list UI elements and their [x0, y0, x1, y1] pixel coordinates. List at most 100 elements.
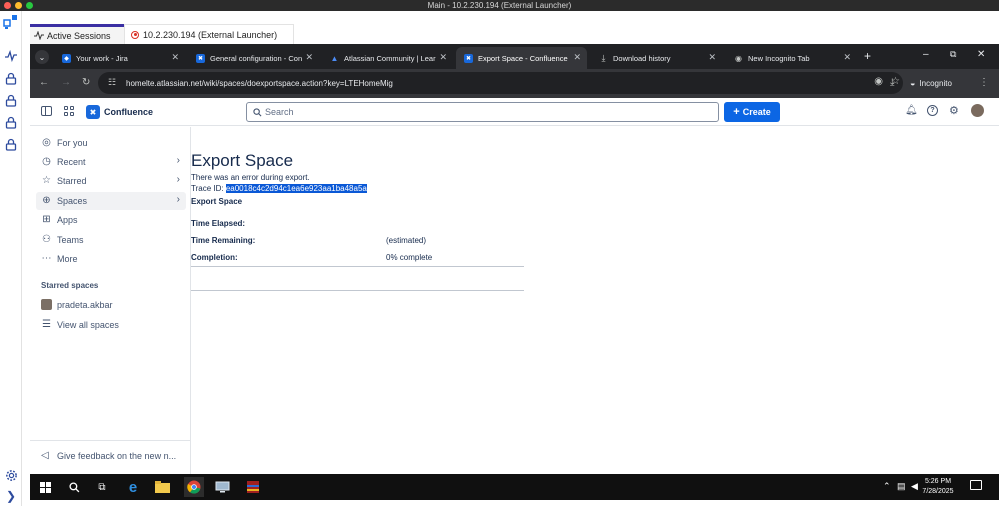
expand-chevron-icon[interactable]: ❯ — [3, 488, 19, 504]
confluence-favicon-icon: ✖ — [464, 53, 473, 63]
brand-label: Confluence — [104, 107, 154, 117]
back-arrow-icon[interactable]: ← — [39, 77, 49, 89]
reload-icon[interactable]: ↻ — [82, 77, 90, 89]
lock-icon[interactable] — [3, 136, 19, 152]
main-content: Export Space There was an error during e… — [191, 127, 999, 474]
incognito-badge[interactable]: ◒ Incognito — [910, 72, 970, 94]
help-icon[interactable]: ? — [927, 105, 938, 116]
sidebar-item-spaces[interactable]: ⊕ Spaces › — [36, 192, 186, 210]
chevron-right-icon[interactable]: › — [177, 194, 180, 205]
close-tab-icon[interactable]: ✕ — [573, 52, 581, 63]
sidebar-item-apps[interactable]: ⊞ Apps — [36, 211, 186, 229]
sidebar-item-starred[interactable]: ☆ Starred › — [36, 172, 186, 190]
search-icon[interactable] — [66, 479, 82, 495]
window-title: Main - 10.2.230.194 (External Launcher) — [427, 1, 572, 10]
confluence-home-link[interactable]: ✖ Confluence — [86, 104, 153, 120]
sidebar-divider — [30, 440, 191, 441]
notifications-icon[interactable] — [970, 480, 982, 490]
restore-browser-button[interactable]: ⧉ — [950, 49, 956, 60]
chevron-right-icon[interactable]: › — [177, 174, 180, 185]
user-circle-icon: ◎ — [42, 137, 51, 148]
sidebar-item-teams[interactable]: ⚇ Teams — [36, 231, 186, 249]
sidebar-item-for-you[interactable]: ◎ For you — [36, 134, 186, 152]
close-tab-icon[interactable]: ✕ — [305, 52, 313, 63]
close-tab-icon[interactable]: ✕ — [439, 52, 447, 63]
error-message: There was an error during export. — [191, 173, 310, 182]
sidebar-toggle-icon[interactable] — [41, 106, 52, 116]
network-icon[interactable]: ▤ — [897, 481, 906, 492]
activity-icon[interactable] — [3, 48, 19, 64]
page-title: Export Space — [191, 151, 294, 170]
browser-tab-general-configuration[interactable]: ✖ General configuration - Con ✕ — [188, 47, 319, 69]
site-settings-icon[interactable]: ☷ — [108, 77, 116, 88]
browser-tab-atlassian-community[interactable]: ▲ Atlassian Community | Learn ✕ — [322, 47, 453, 69]
browser-tab-export-space[interactable]: ✖ Export Space - Confluence ✕ — [456, 47, 587, 69]
chevron-right-icon[interactable]: › — [177, 155, 180, 166]
chrome-browser-icon[interactable] — [184, 477, 204, 497]
divider — [191, 290, 524, 291]
give-feedback-button[interactable]: ◁ Give feedback on the new n... — [36, 447, 186, 465]
incognito-favicon-icon: ◉ — [735, 53, 742, 63]
sidebar-item-more[interactable]: ⋯ More — [36, 250, 186, 268]
archive-app-icon[interactable] — [245, 479, 261, 495]
downloads-icon[interactable]: ⤓ — [890, 77, 894, 89]
starred-space-pradeta-akbar[interactable]: pradeta.akbar — [36, 296, 186, 314]
close-browser-button[interactable]: ✕ — [977, 49, 985, 60]
download-icon: ⤓ — [601, 52, 606, 63]
minimize-browser-button[interactable]: – — [923, 49, 929, 60]
browser-tab-new-incognito[interactable]: ◉ New Incognito Tab ✕ — [726, 47, 857, 69]
settings-gear-icon[interactable] — [3, 467, 19, 483]
edge-browser-icon[interactable]: e — [125, 479, 141, 496]
jira-favicon-icon: ◆ — [62, 53, 71, 63]
create-button[interactable]: + Create — [724, 102, 780, 122]
forward-arrow-icon[interactable]: → — [61, 77, 71, 89]
notifications-bell-icon[interactable]: 🔔︎ — [905, 105, 918, 116]
new-tab-button[interactable]: + — [864, 49, 871, 63]
clock-date: 7/28/2025 — [922, 488, 954, 495]
eye-off-icon[interactable]: ◉ — [874, 76, 883, 87]
launcher-strip: ❯ — [0, 11, 22, 506]
trace-id-label: Trace ID: — [191, 184, 226, 193]
browser-tab-download-history[interactable]: ⤓ Download history ✕ — [591, 47, 722, 69]
view-all-spaces-link[interactable]: ☰ View all spaces — [36, 316, 186, 334]
file-explorer-icon[interactable] — [154, 479, 170, 495]
row-value: (estimated) — [386, 236, 427, 245]
clock-icon: ◷ — [42, 156, 51, 167]
browser-window: ⌄ ◆ Your work - Jira ✕ ✖ General configu… — [30, 44, 999, 98]
windows-start-icon[interactable] — [37, 479, 53, 495]
browser-menu-icon[interactable]: ⋮ — [979, 77, 989, 89]
taskbar-clock[interactable]: 5:26 PM 7/28/2025 — [913, 477, 963, 497]
session-tab-bar: Active Sessions 10.2.230.194 (External L… — [22, 11, 999, 44]
browser-toolbar: ← → ↻ ☷ homelte.atlassian.net/wiki/space… — [30, 69, 999, 98]
close-tab-icon[interactable]: ✕ — [843, 52, 851, 63]
sidebar: ◎ For you ◷ Recent › ☆ Starred › ⊕ Space… — [30, 127, 191, 474]
close-tab-icon[interactable]: ✕ — [708, 52, 716, 63]
globe-icon: ⊕ — [42, 195, 51, 206]
close-tab-icon[interactable]: ✕ — [171, 52, 179, 63]
task-view-icon[interactable]: ⧉ — [94, 479, 110, 495]
sidebar-item-recent[interactable]: ◷ Recent › — [36, 153, 186, 171]
remote-desktop-icon[interactable] — [214, 479, 230, 495]
show-hidden-icons-chevron-icon[interactable]: ⌃ — [883, 481, 891, 492]
lock-icon[interactable] — [3, 92, 19, 108]
address-bar-url: homelte.atlassian.net/wiki/spaces/doexpo… — [126, 78, 393, 88]
settings-gear-icon[interactable]: ⚙ — [949, 104, 959, 117]
list-icon: ☰ — [42, 319, 51, 330]
trace-id-value[interactable]: ea0018c4c2d94c1ea6e923aa1ba48a5a — [225, 184, 367, 193]
tab-external-launcher[interactable]: 10.2.230.194 (External Launcher) — [124, 24, 294, 44]
browser-tab-jira[interactable]: ◆ Your work - Jira ✕ — [54, 47, 185, 69]
row-label: Time Elapsed: — [191, 219, 246, 228]
tab-search-button[interactable]: ⌄ — [35, 50, 49, 64]
user-avatar[interactable] — [971, 104, 984, 117]
search-input[interactable]: Search — [246, 102, 719, 122]
app-switcher-icon[interactable] — [64, 106, 74, 116]
address-bar[interactable]: ☷ homelte.atlassian.net/wiki/spaces/doex… — [98, 72, 903, 94]
recording-icon — [131, 30, 139, 39]
lock-icon[interactable] — [3, 114, 19, 130]
teams-icon: ⚇ — [42, 234, 51, 245]
row-value: 0% complete — [386, 253, 433, 262]
tab-active-sessions[interactable]: Active Sessions — [30, 24, 124, 44]
search-placeholder: Search — [265, 107, 294, 117]
lock-icon[interactable] — [3, 70, 19, 86]
app-logo-icon — [3, 14, 19, 30]
